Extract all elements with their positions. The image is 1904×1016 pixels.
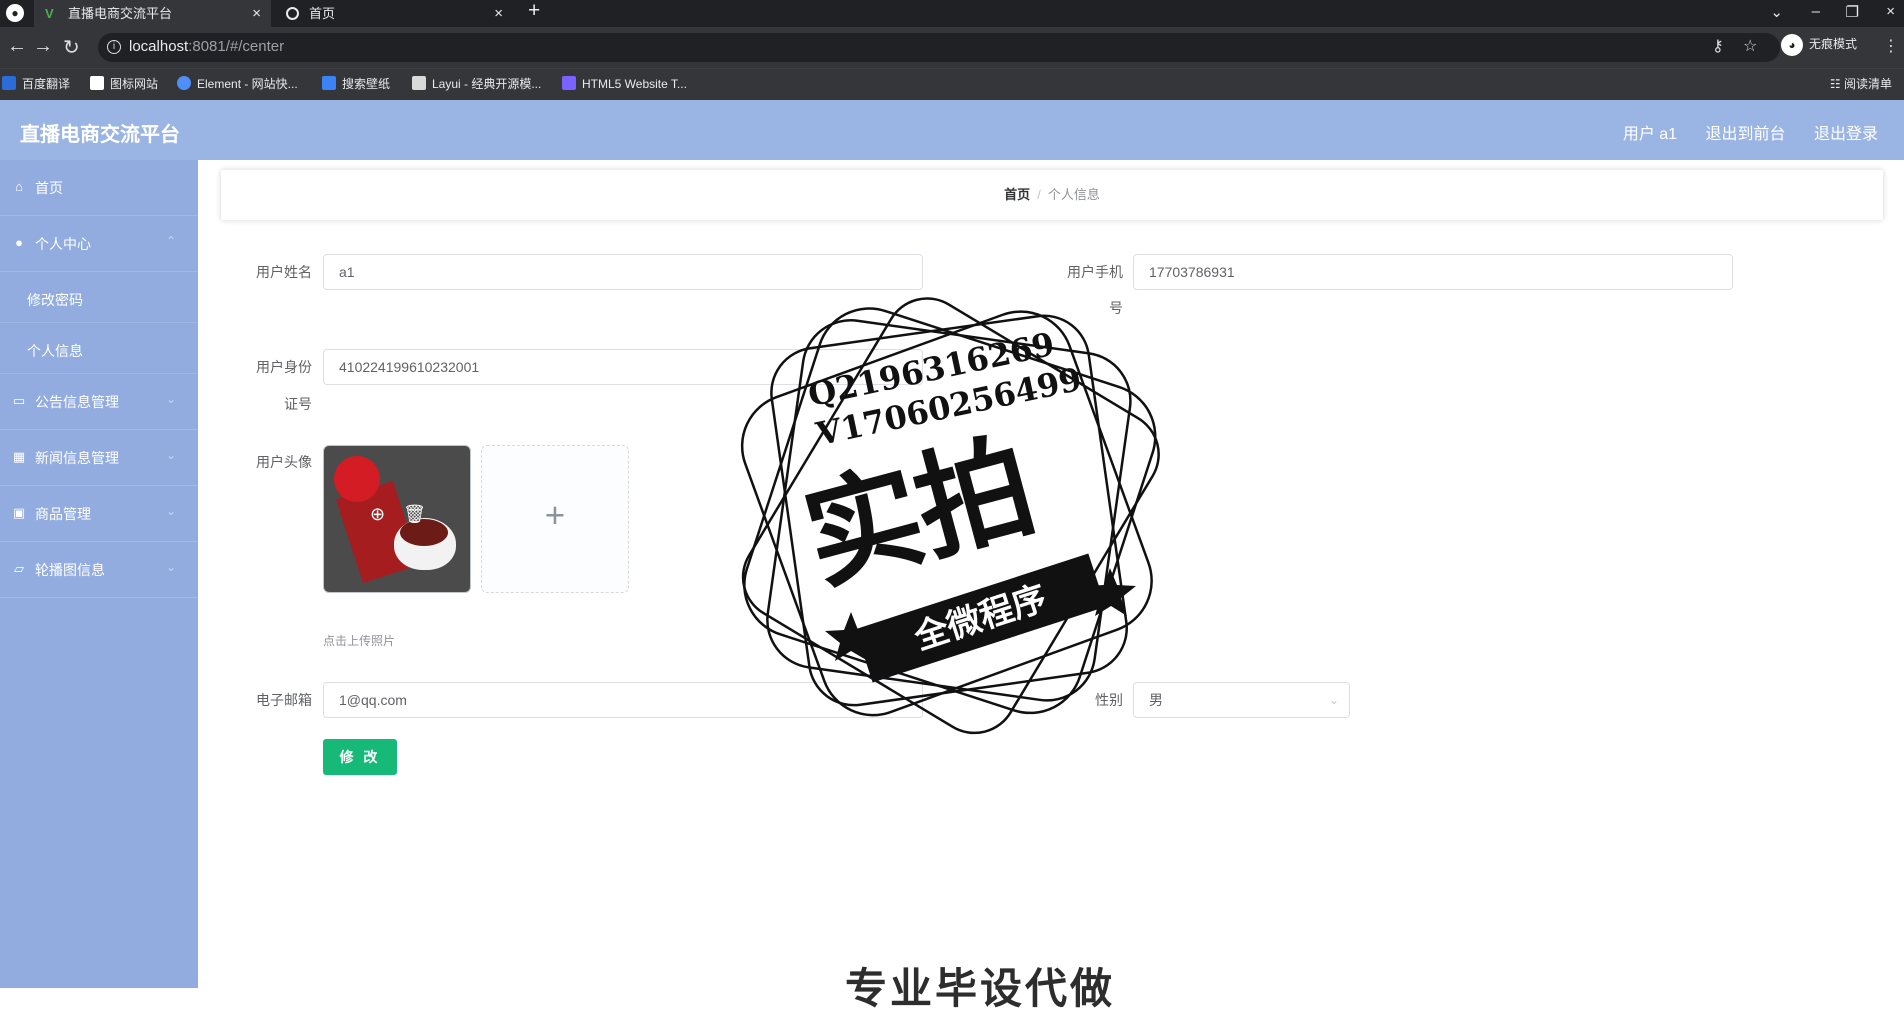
globe-icon: •: [286, 7, 299, 20]
chevron-down-icon: ⌄: [165, 504, 176, 518]
incognito-profile[interactable]: ◕ 无痕模式: [1781, 33, 1857, 56]
phone-input[interactable]: 17703786931: [1133, 254, 1733, 290]
breadcrumb: 首页 / 个人信息: [221, 170, 1883, 220]
translate-icon: [2, 76, 16, 90]
delete-icon[interactable]: 🗑: [403, 504, 426, 525]
reload-icon[interactable]: ↻: [63, 35, 80, 60]
chevron-down-icon: ⌄: [165, 560, 176, 574]
message-icon: ▱: [14, 561, 24, 576]
tab-title: 直播电商交流平台: [68, 6, 173, 21]
url-text: localhost:8081/#/center: [129, 38, 285, 55]
modify-button[interactable]: 修 改: [323, 739, 397, 775]
chevron-down-icon: ⌄: [165, 392, 176, 406]
chevron-down-icon: ⌄: [165, 448, 176, 462]
back-icon[interactable]: ←: [7, 35, 27, 58]
username-label: 用户姓名: [256, 264, 312, 280]
notice-icon: ▭: [12, 393, 26, 408]
bottom-promo-text: 专业毕设代做: [845, 965, 1116, 1012]
incognito-icon: ◕: [1781, 33, 1803, 56]
bookmark-baidu[interactable]: 百度翻译: [2, 74, 70, 94]
reading-list-icon: ☷: [1829, 77, 1844, 91]
sidebar-item-personal-center[interactable]: ● 个人中心 ⌃: [0, 216, 198, 272]
bookmark-element[interactable]: Element - 网站快...: [177, 74, 298, 94]
vue-icon: V: [45, 6, 54, 21]
chevron-down-icon: ⌄: [1328, 693, 1339, 707]
bookmark-layui[interactable]: Layui - 经典开源模...: [412, 74, 541, 94]
forward-icon[interactable]: →: [33, 35, 53, 58]
sidebar-item-product-management[interactable]: ▣ 商品管理 ⌄: [0, 486, 198, 542]
bookmark-wallpaper[interactable]: 搜索壁纸: [322, 74, 390, 94]
html5-icon: [562, 76, 576, 90]
avatar-preview[interactable]: ⊕ 🗑: [323, 445, 471, 593]
close-window-icon[interactable]: ×: [1886, 3, 1895, 20]
logout-link[interactable]: 退出登录: [1814, 126, 1878, 143]
home-icon: ⌂: [15, 179, 23, 194]
tab-title: 首页: [309, 6, 336, 21]
minimize-icon[interactable]: –: [1812, 3, 1820, 20]
app-title: 直播电商交流平台: [20, 124, 180, 146]
sidebar-item-home[interactable]: ⌂ 首页: [0, 160, 198, 216]
tab-search-icon[interactable]: ⌄: [1770, 3, 1783, 21]
id-card-label-continuation: 证号: [284, 396, 312, 412]
id-card-label: 用户身份: [256, 359, 312, 375]
cursor-highlight: [334, 456, 380, 502]
plus-icon: +: [544, 496, 566, 535]
url-input[interactable]: i localhost:8081/#/center: [98, 33, 1780, 62]
layui-icon: [412, 76, 426, 90]
phone-label: 用户手机: [1067, 264, 1123, 280]
chevron-up-icon: ⌃: [165, 234, 176, 248]
info-icon[interactable]: i: [107, 40, 121, 54]
box-icon: ▣: [12, 505, 26, 520]
close-icon[interactable]: ×: [494, 0, 503, 27]
user-label: 用户 a1: [1622, 126, 1678, 143]
restore-icon[interactable]: ❐: [1846, 3, 1859, 21]
bookmarks-bar: 百度翻译 图标网站 Element - 网站快... 搜索壁纸 Layui - …: [0, 68, 1904, 100]
upload-picture-button[interactable]: +: [481, 445, 629, 593]
app-header: 直播电商交流平台 用户 a1 退出到前台 退出登录: [0, 100, 1904, 160]
more-icon[interactable]: ⋮: [1883, 36, 1899, 56]
tab-platform[interactable]: V 直播电商交流平台 ×: [34, 0, 271, 27]
bookmark-html5[interactable]: HTML5 Website T...: [562, 74, 687, 94]
element-icon: [177, 76, 191, 90]
user-icon: ●: [15, 235, 23, 250]
new-tab-icon[interactable]: +: [528, 0, 540, 23]
zoom-in-icon[interactable]: ⊕: [370, 504, 385, 525]
breadcrumb-home[interactable]: 首页: [1004, 187, 1030, 202]
front-end-link[interactable]: 退出到前台: [1706, 126, 1786, 143]
sidebar-item-carousel-info[interactable]: ▱ 轮播图信息 ⌄: [0, 542, 198, 598]
email-label: 电子邮箱: [256, 692, 312, 708]
sidebar-item-news-management[interactable]: ▦ 新闻信息管理 ⌄: [0, 430, 198, 486]
grid-icon: ▦: [12, 449, 26, 464]
sidebar: ⌂ 首页 ● 个人中心 ⌃ 修改密码 个人信息 ▭ 公告信息管理 ⌄ ▦ 新闻信…: [0, 160, 198, 988]
browser-chrome: ● V 直播电商交流平台 × • 首页 × + ⌄ – ❐ × ← → ↻ i …: [0, 0, 1904, 100]
sidebar-item-profile[interactable]: 个人信息: [0, 323, 198, 374]
close-icon[interactable]: ×: [252, 0, 261, 27]
tab-home[interactable]: • 首页 ×: [275, 0, 513, 27]
wallpaper-icon: [322, 76, 336, 90]
address-bar: ← → ↻ i localhost:8081/#/center ⚷ ☆ ⋮: [0, 27, 1904, 68]
browser-menu-icon[interactable]: ●: [6, 4, 24, 22]
upload-hint: 点击上传照片: [323, 634, 396, 648]
breadcrumb-current: 个人信息: [1047, 187, 1100, 202]
sidebar-item-notice-management[interactable]: ▭ 公告信息管理 ⌄: [0, 374, 198, 430]
flag-icon: [90, 76, 104, 90]
avatar-actions: ⊕ 🗑: [324, 504, 470, 525]
reading-list[interactable]: ☷ 阅读清单: [1830, 74, 1892, 94]
tab-strip: ● V 直播电商交流平台 × • 首页 × + ⌄ – ❐ ×: [0, 0, 1904, 27]
sidebar-item-change-password[interactable]: 修改密码: [0, 272, 198, 323]
header-links: 用户 a1 退出到前台 退出登录: [1599, 120, 1878, 144]
breadcrumb-separator: /: [1037, 187, 1041, 202]
avatar-label: 用户头像: [256, 454, 312, 470]
key-icon[interactable]: ⚷: [1712, 36, 1724, 56]
star-icon[interactable]: ☆: [1743, 36, 1757, 56]
bookmark-icons[interactable]: 图标网站: [90, 74, 158, 94]
